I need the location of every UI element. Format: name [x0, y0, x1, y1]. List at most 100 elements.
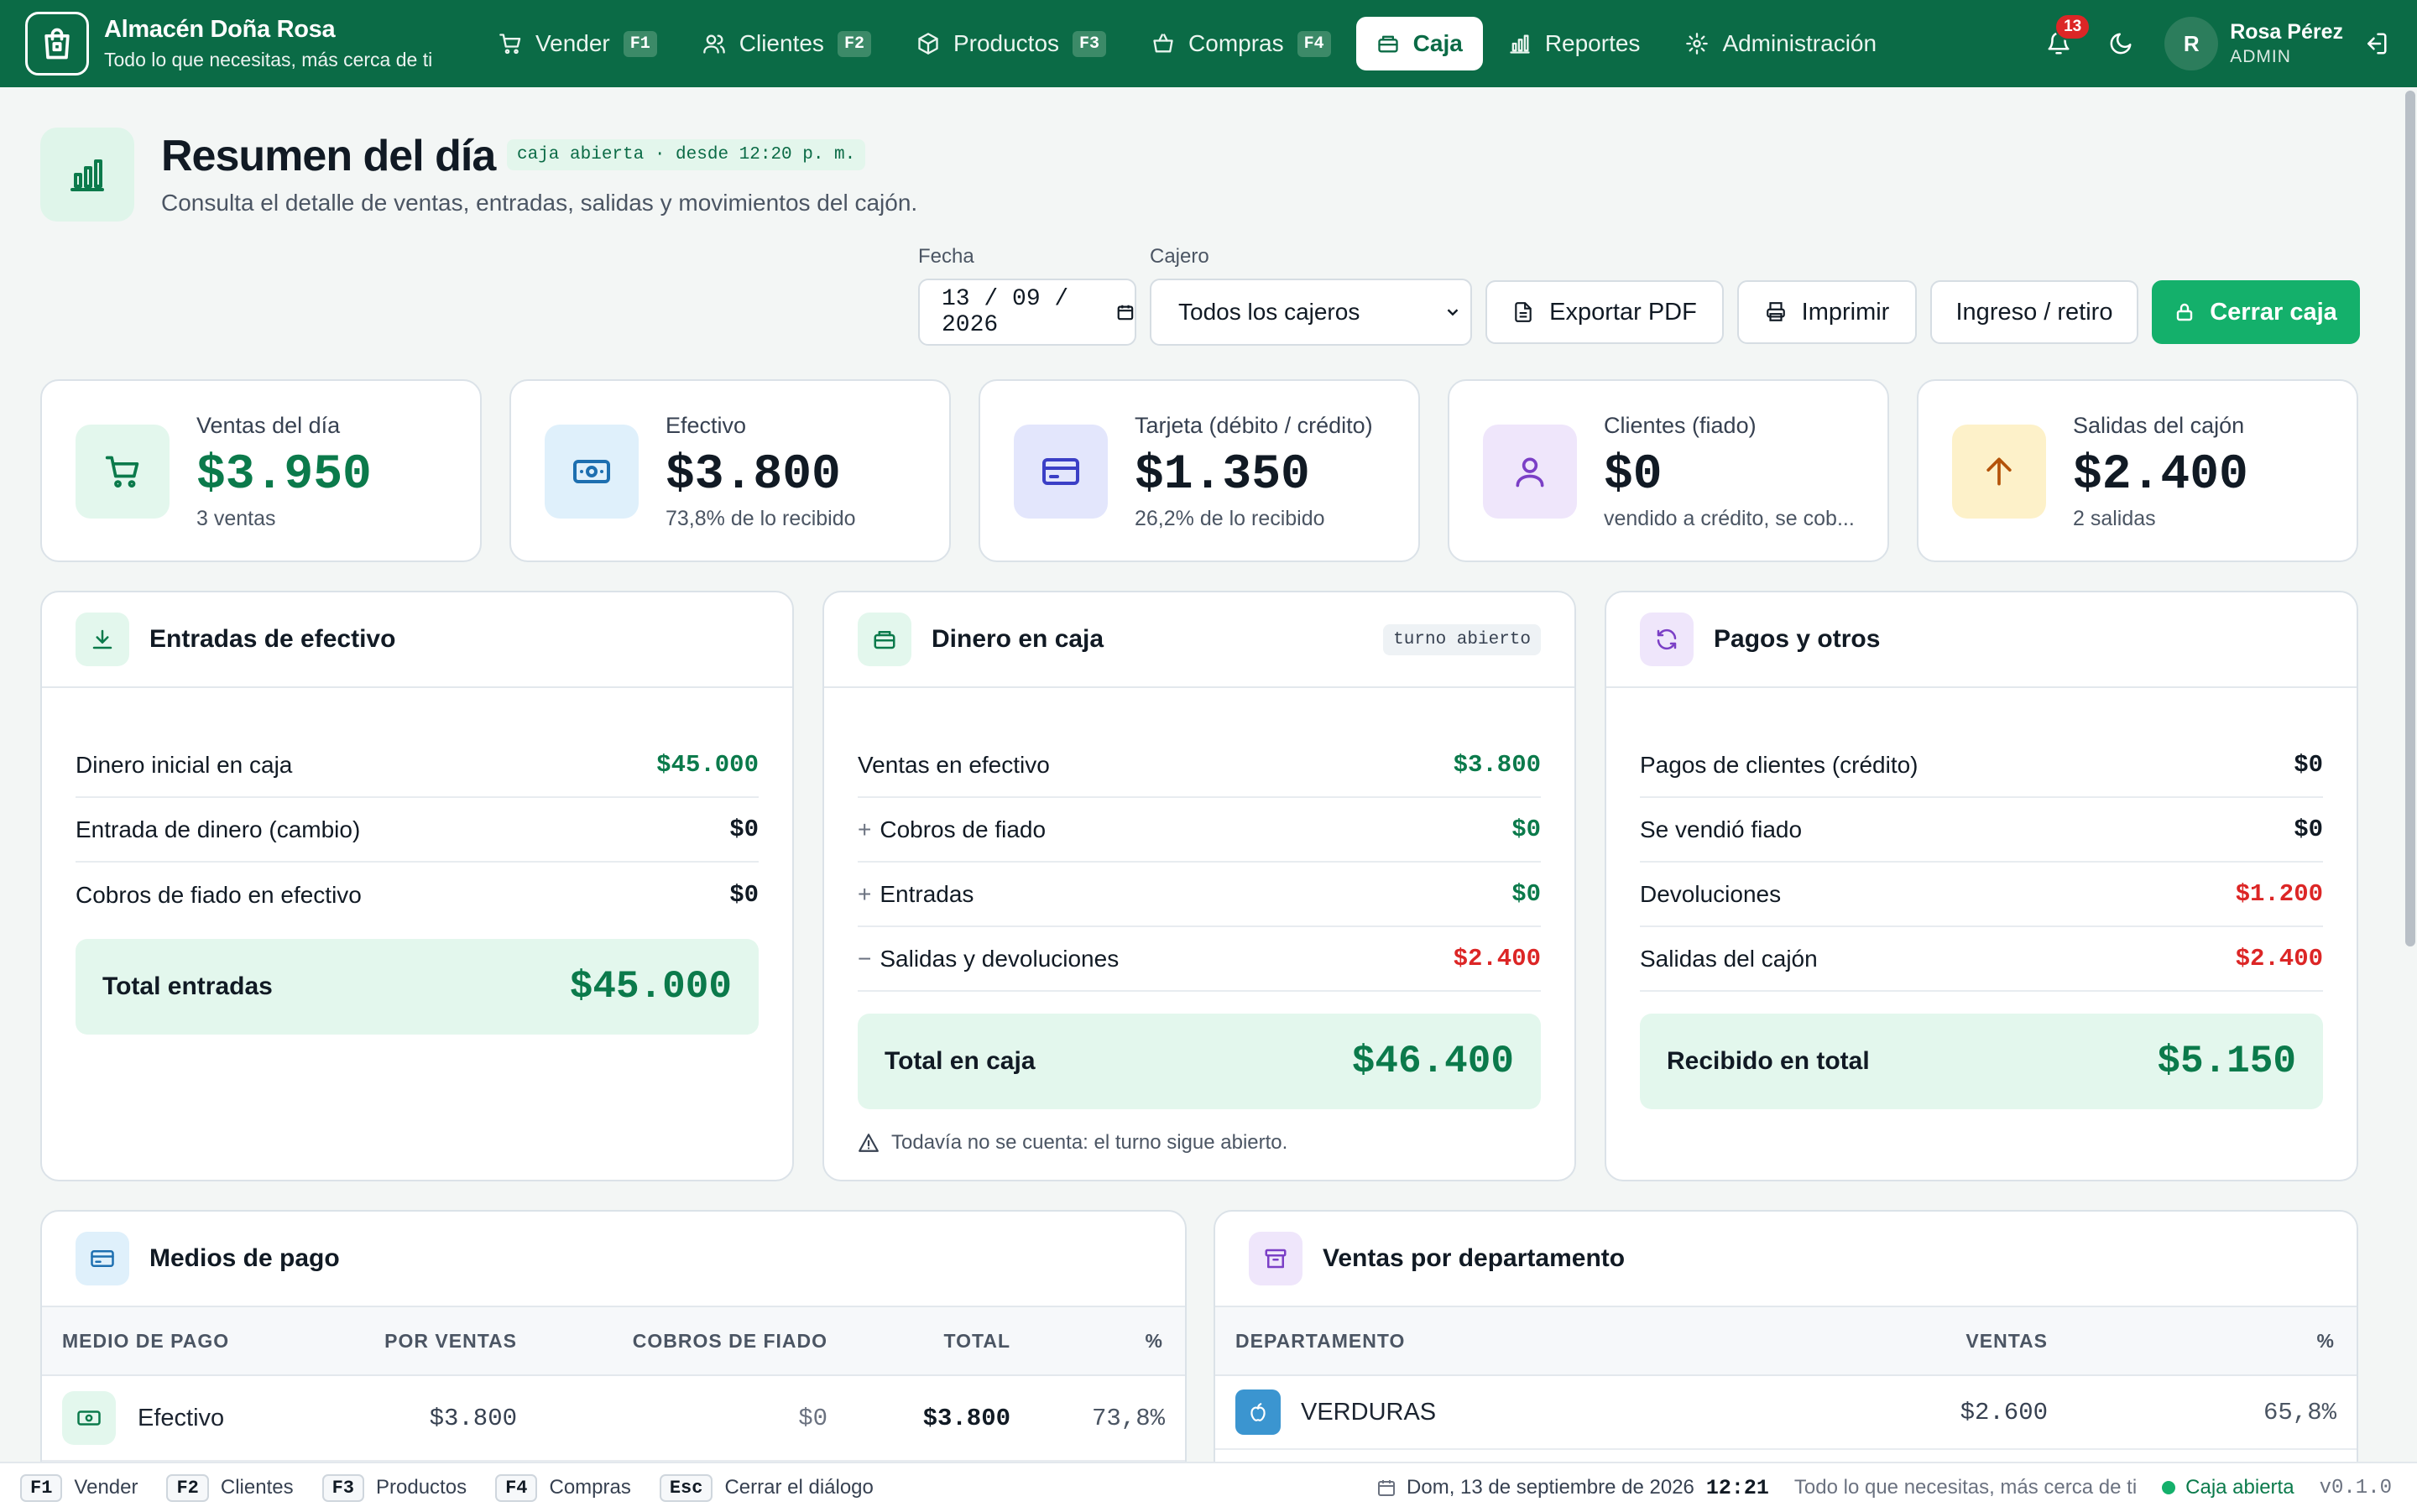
row-value: $45.000 — [656, 751, 759, 779]
list-item: Ventas en efectivo $3.800 — [858, 733, 1541, 798]
cart-icon — [76, 425, 170, 519]
department-name: VERDURAS — [1301, 1398, 1437, 1426]
panel-header: Pagos y otros — [1606, 592, 2357, 688]
shortcut-hint[interactable]: F3 Productos — [321, 1473, 467, 1502]
total-label: Total entradas — [102, 972, 273, 1000]
shortcut-key: Esc — [659, 1473, 713, 1502]
print-button[interactable]: Imprimir — [1737, 280, 1917, 344]
department-cell: VERDURAS — [1235, 1376, 1436, 1448]
column-header[interactable]: % — [1146, 1330, 1163, 1353]
nav-label: Caja — [1412, 30, 1463, 56]
cashier-value: Todos los cajeros — [1178, 299, 1360, 325]
page-scrollbar[interactable] — [2405, 91, 2415, 946]
shortcut-label: Vender — [74, 1476, 138, 1499]
table-row[interactable]: VERDURAS $2.600 65,8% — [1215, 1376, 2357, 1450]
shortcut-key: F1 — [20, 1473, 63, 1502]
total-box: Total en caja $46.400 — [858, 1014, 1541, 1109]
column-header[interactable]: VENTAS — [1965, 1330, 2048, 1353]
list-item: Dinero inicial en caja $45.000 — [76, 733, 759, 798]
row-label: Entrada de dinero (cambio) — [76, 816, 361, 842]
table-row[interactable]: Efectivo $3.800 $0 $3.800 73,8% — [42, 1376, 1185, 1462]
date-input[interactable]: 13 / 09 / 2026 — [918, 279, 1136, 346]
nav-vender[interactable]: Vender F1 — [478, 17, 677, 70]
row-prefix: − — [858, 945, 872, 972]
sales-cell: $3.800 — [429, 1404, 517, 1432]
theme-toggle-button[interactable] — [2101, 23, 2141, 64]
credit-card-icon — [76, 1232, 129, 1285]
nav-label: Compras — [1188, 30, 1284, 56]
gear-icon — [1686, 33, 1709, 55]
nav-label: Reportes — [1544, 30, 1641, 56]
list-item: Entrada de dinero (cambio) $0 — [76, 798, 759, 863]
nav-compras[interactable]: Compras F4 — [1131, 17, 1351, 70]
panel-header: Ventas por departamento — [1215, 1212, 2357, 1307]
drawer-warning: Todavía no se cuenta: el turno sigue abi… — [858, 1131, 1541, 1155]
column-header[interactable]: COBROS DE FIADO — [633, 1330, 827, 1353]
column-header[interactable]: % — [2317, 1330, 2335, 1353]
row-label: Pagos de clientes (crédito) — [1640, 751, 1918, 778]
register-icon — [1377, 35, 1398, 53]
nav-clientes[interactable]: Clientes F2 — [682, 17, 891, 70]
panel-title: Dinero en caja — [932, 625, 1104, 653]
panel-title: Ventas por departamento — [1323, 1244, 1626, 1272]
panel-header: Dinero en caja turno abierto — [824, 592, 1574, 688]
shortcut-hint[interactable]: F2 Clientes — [166, 1473, 294, 1502]
shortcut-badge: F2 — [837, 30, 871, 57]
stat-card-drawer-outflows: Salidas del cajón $2.400 2 salidas — [1917, 379, 2358, 562]
brand[interactable]: Almacén Doña Rosa Todo lo que necesitas,… — [25, 12, 462, 76]
chevron-down-icon — [1447, 309, 1459, 316]
total-value: $5.150 — [2157, 1040, 2296, 1083]
shortcut-key: F2 — [166, 1473, 209, 1502]
row-value: $0 — [1511, 880, 1541, 908]
column-header[interactable]: POR VENTAS — [384, 1330, 517, 1353]
register-status-badge: caja abierta · desde 12:20 p. m. — [507, 139, 866, 170]
logout-button[interactable] — [2363, 31, 2388, 56]
date-value: 13 / 09 / 2026 — [942, 286, 1069, 338]
column-header[interactable]: TOTAL — [943, 1330, 1010, 1353]
credit-cell: $0 — [798, 1404, 827, 1432]
table-header: MEDIO DE PAGO POR VENTAS COBROS DE FIADO… — [42, 1307, 1185, 1376]
cashier-select[interactable]: Todos los cajeros — [1150, 279, 1472, 346]
row-label: Dinero inicial en caja — [76, 751, 293, 778]
shortcut-hint[interactable]: Esc Cerrar el diálogo — [659, 1473, 874, 1502]
cash-move-button[interactable]: Ingreso / retiro — [1930, 280, 2138, 344]
user-info[interactable]: Rosa Pérez ADMIN — [2230, 20, 2343, 67]
column-header[interactable]: MEDIO DE PAGO — [62, 1330, 229, 1353]
current-date: Dom, 13 de septiembre de 2026 — [1407, 1476, 1694, 1499]
stat-label: Clientes (fiado) — [1604, 413, 1757, 438]
bar-chart-icon — [1510, 34, 1530, 54]
nav-reportes[interactable]: Reportes — [1488, 17, 1661, 70]
list-item: + Entradas $0 — [858, 863, 1541, 927]
shortcut-label: Compras — [549, 1476, 631, 1499]
nav-productos[interactable]: Productos F3 — [896, 17, 1126, 70]
percent-cell: 65,8% — [2263, 1398, 2336, 1426]
notifications-button[interactable]: 13 — [2039, 13, 2091, 64]
cash-in-panel: Entradas de efectivo Dinero inicial en c… — [40, 591, 794, 1181]
calendar-icon — [1378, 1480, 1396, 1496]
box-icon — [918, 33, 938, 55]
date-time: Dom, 13 de septiembre de 2026 12:21 — [1376, 1476, 1769, 1500]
row-value: $2.400 — [2235, 945, 2323, 972]
row-value: $0 — [1511, 816, 1541, 843]
export-pdf-button[interactable]: Exportar PDF — [1485, 280, 1724, 344]
stat-value: $3.950 — [196, 448, 372, 503]
moon-icon — [2110, 33, 2132, 55]
notification-count-badge: 13 — [2054, 13, 2091, 40]
column-header[interactable]: DEPARTAMENTO — [1235, 1330, 1405, 1353]
avatar[interactable]: R — [2164, 17, 2219, 70]
shortcut-key: F4 — [495, 1473, 538, 1502]
list-item: Pagos de clientes (crédito) $0 — [1640, 733, 2323, 798]
nav-administracion[interactable]: Administración — [1665, 17, 1897, 70]
shortcut-label: Cerrar el diálogo — [724, 1476, 874, 1499]
stat-value: $0 — [1604, 448, 1663, 503]
row-label: Se vendió fiado — [1640, 816, 1803, 842]
shortcut-hint[interactable]: F1 Vender — [20, 1473, 138, 1502]
status-right: Dom, 13 de septiembre de 2026 12:21 Todo… — [1376, 1463, 2417, 1512]
close-register-button[interactable]: Cerrar caja — [2152, 280, 2360, 344]
nav-caja[interactable]: Caja — [1355, 17, 1483, 70]
nav-label: Administración — [1722, 30, 1877, 56]
shopping-bag-logo-icon — [25, 12, 89, 76]
cash-move-label: Ingreso / retiro — [1955, 298, 2113, 326]
nav-label: Productos — [953, 30, 1060, 56]
shortcut-hint[interactable]: F4 Compras — [495, 1473, 631, 1502]
